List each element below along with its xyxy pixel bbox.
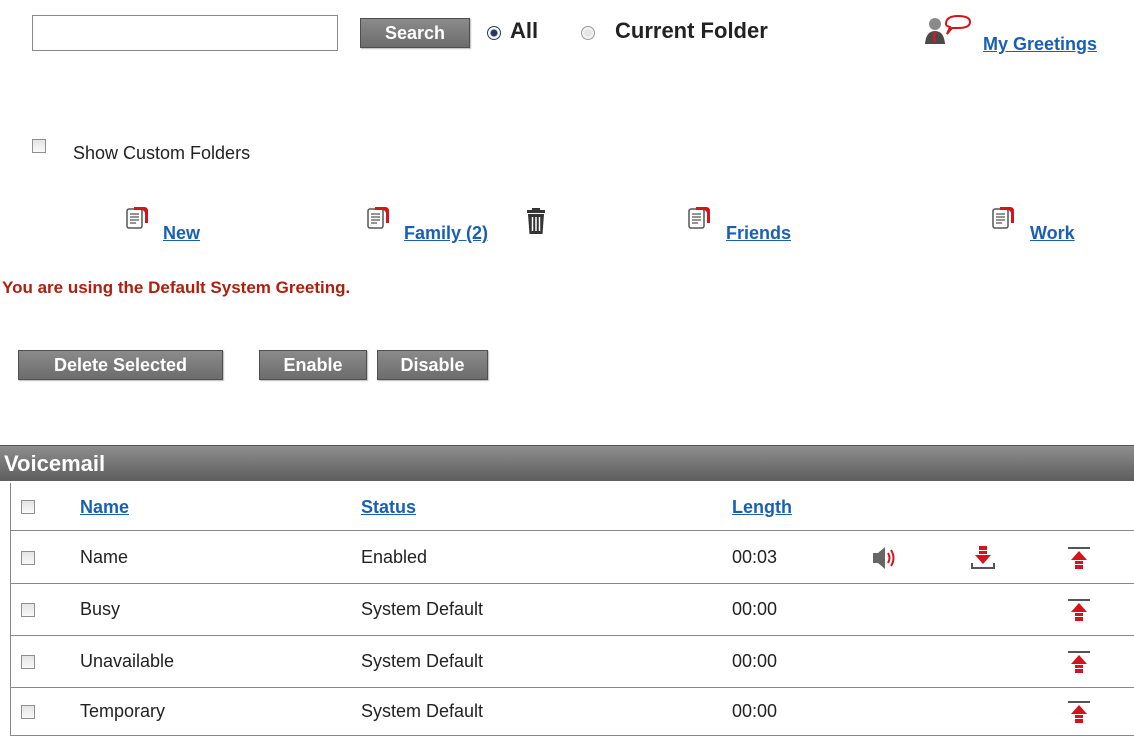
row-status: System Default (361, 599, 484, 619)
scope-current-folder-label: Current Folder (615, 18, 768, 43)
table-row: Name Enabled 00:03 (10, 531, 1134, 584)
row-status: System Default (361, 701, 484, 721)
enable-button[interactable]: Enable (259, 350, 367, 380)
folder-work-link[interactable]: Work (1030, 223, 1075, 244)
upload-icon[interactable] (1064, 647, 1094, 677)
default-greeting-notice: You are using the Default System Greetin… (2, 278, 351, 297)
row-length: 00:00 (732, 599, 778, 619)
voicemail-table-header: Voicemail (0, 445, 1134, 481)
row-status: Enabled (361, 547, 428, 567)
disable-button[interactable]: Disable (377, 350, 488, 380)
folder-friends-link[interactable]: Friends (726, 223, 791, 244)
search-input[interactable] (32, 15, 338, 51)
column-status-header[interactable]: Status (361, 497, 416, 518)
show-custom-folders-label: Show Custom Folders (73, 143, 251, 163)
row-name: Unavailable (80, 651, 175, 671)
greetings-icon (925, 14, 972, 44)
upload-icon[interactable] (1064, 543, 1094, 573)
row-name: Busy (80, 599, 121, 619)
table-header-row: Name Status Length (10, 483, 1134, 531)
folder-friends-icon (688, 207, 710, 229)
folder-new-icon (126, 207, 148, 229)
row-checkbox[interactable] (21, 705, 35, 719)
scope-current-folder-radio[interactable] (581, 26, 595, 40)
row-status: System Default (361, 651, 484, 671)
table-row: Temporary System Default 00:00 (10, 688, 1134, 736)
row-checkbox[interactable] (21, 603, 35, 617)
search-button[interactable]: Search (360, 18, 470, 48)
row-length: 00:03 (732, 547, 778, 567)
my-greetings-link[interactable]: My Greetings (983, 34, 1097, 55)
row-length: 00:00 (732, 651, 778, 671)
upload-icon[interactable] (1064, 697, 1094, 727)
scope-all-label: All (510, 18, 539, 43)
row-checkbox[interactable] (21, 551, 35, 565)
show-custom-folders-checkbox[interactable] (32, 139, 46, 153)
folder-work-icon (992, 207, 1014, 229)
trash-icon[interactable] (525, 208, 547, 236)
row-name: Temporary (80, 701, 166, 721)
row-length: 00:00 (732, 701, 778, 721)
folder-new-link[interactable]: New (163, 223, 200, 244)
play-audio-icon[interactable] (869, 543, 899, 573)
row-checkbox[interactable] (21, 655, 35, 669)
column-length-header[interactable]: Length (732, 497, 792, 518)
download-icon[interactable] (968, 543, 998, 573)
row-name: Name (80, 547, 129, 567)
column-name-header[interactable]: Name (80, 497, 129, 518)
scope-all-radio[interactable] (487, 26, 501, 40)
folder-family-icon (367, 207, 389, 229)
upload-icon[interactable] (1064, 595, 1094, 625)
select-all-checkbox[interactable] (21, 500, 35, 514)
delete-selected-button[interactable]: Delete Selected (18, 350, 223, 380)
folder-family-link[interactable]: Family (2) (404, 223, 488, 244)
table-row: Unavailable System Default 00:00 (10, 636, 1134, 688)
table-row: Busy System Default 00:00 (10, 584, 1134, 636)
